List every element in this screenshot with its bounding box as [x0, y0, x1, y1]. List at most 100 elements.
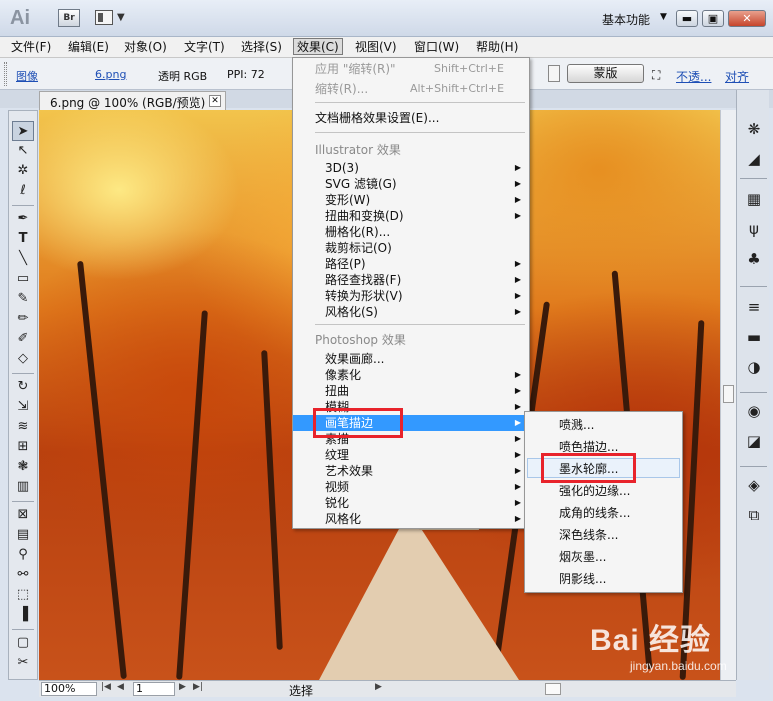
artboards-icon[interactable]: ⧉ [743, 504, 765, 526]
menu-item-artistic[interactable]: 艺术效果 ▶ [293, 463, 529, 479]
symbol-sprayer-tool-icon[interactable]: ❃ [12, 457, 34, 477]
submenu-item-dark-strokes[interactable]: 深色线条... [525, 525, 682, 545]
grip-handle[interactable] [4, 62, 7, 86]
object-type-link[interactable]: 图像 [16, 68, 38, 84]
menu-item-svg-filter[interactable]: SVG 滤镜(G) ▶ [293, 176, 529, 192]
live-paint-tool-icon[interactable]: ⬚ [12, 585, 34, 605]
menu-item-apply-last[interactable]: 应用 "缩转(R)" Shift+Ctrl+E [293, 61, 529, 77]
close-button[interactable]: ✕ [728, 10, 766, 27]
menu-item-video[interactable]: 视频 ▶ [293, 479, 529, 495]
brushes-icon[interactable]: ψ [743, 218, 765, 240]
blend-tool-icon[interactable]: ⚯ [12, 565, 34, 585]
next-page-icon[interactable]: ▶ [179, 682, 186, 692]
menu-item-pathfinder[interactable]: 路径查找器(F) ▶ [293, 272, 529, 288]
paintbrush-tool-icon[interactable]: ✎ [12, 289, 34, 309]
menu-edit[interactable]: 编辑(E) [65, 39, 112, 56]
menu-item-warp[interactable]: 变形(W) ▶ [293, 192, 529, 208]
minimize-button[interactable]: ▬ [676, 10, 698, 27]
dropdown-button[interactable] [548, 65, 560, 82]
eraser-tool-icon[interactable]: ◇ [12, 349, 34, 369]
document-tab[interactable]: 6.png @ 100% (RGB/预览) ✕ [39, 91, 226, 110]
menu-window[interactable]: 窗口(W) [411, 39, 462, 56]
stroke-icon[interactable]: ≡ [743, 296, 765, 318]
line-tool-icon[interactable]: ╲ [12, 249, 34, 269]
last-page-icon[interactable]: ▶| [193, 682, 203, 692]
menu-item-3d[interactable]: 3D(3) ▶ [293, 160, 529, 176]
layers-icon[interactable]: ◈ [743, 474, 765, 496]
menu-select[interactable]: 选择(S) [238, 39, 285, 56]
menu-item-sharpen[interactable]: 锐化 ▶ [293, 495, 529, 511]
file-name-link[interactable]: 6.png [95, 68, 126, 81]
rotate-tool-icon[interactable]: ↻ [12, 377, 34, 397]
artboard-tool-icon[interactable]: ▢ [12, 633, 34, 653]
transform-icon[interactable]: ⛶ [652, 68, 660, 83]
menu-item-distort[interactable]: 扭曲 ▶ [293, 383, 529, 399]
chevron-down-icon[interactable]: ▼ [660, 12, 667, 22]
menu-item-convert-to-shape[interactable]: 转换为形状(V) ▶ [293, 288, 529, 304]
menu-item-effect-gallery[interactable]: 效果画廊... [293, 351, 529, 367]
mesh-tool-icon[interactable]: ⊠ [12, 505, 34, 525]
transparency-icon[interactable]: ◑ [743, 356, 765, 378]
eyedropper-tool-icon[interactable]: ⚲ [12, 545, 34, 565]
workspace-switcher[interactable]: 基本功能 [602, 11, 650, 28]
mask-button[interactable]: 蒙版 [567, 64, 644, 83]
graphic-styles-icon[interactable]: ◪ [743, 430, 765, 452]
symbols-icon[interactable]: ♣ [743, 248, 765, 270]
menu-object[interactable]: 对象(O) [121, 39, 170, 56]
column-graph-tool-icon[interactable]: ▐ [12, 605, 34, 625]
menu-item-texture[interactable]: 纹理 ▶ [293, 447, 529, 463]
submenu-item-crosshatch[interactable]: 阴影线... [525, 569, 682, 589]
close-icon[interactable]: ✕ [209, 95, 221, 107]
horizontal-scroll-thumb[interactable] [545, 683, 561, 695]
menu-item-stylize-ps[interactable]: 风格化 ▶ [293, 511, 529, 527]
prev-page-icon[interactable]: ◀ [117, 682, 124, 692]
graph-tool-icon[interactable]: ▥ [12, 477, 34, 497]
pen-tool-icon[interactable]: ✒ [12, 209, 34, 229]
gradient-tool-icon[interactable]: ▤ [12, 525, 34, 545]
rectangle-tool-icon[interactable]: ▭ [12, 269, 34, 289]
submenu-item-spatter[interactable]: 喷溅... [525, 415, 682, 435]
slice-tool-icon[interactable]: ✂ [12, 653, 34, 673]
type-tool-icon[interactable]: T [12, 229, 34, 249]
color-guide-icon[interactable]: ◢ [743, 148, 765, 170]
submenu-item-sumi-e[interactable]: 烟灰墨... [525, 547, 682, 567]
vertical-scrollbar[interactable] [720, 110, 736, 680]
arrange-documents-icon[interactable] [95, 10, 113, 25]
appearance-icon[interactable]: ◉ [743, 400, 765, 422]
menu-type[interactable]: 文字(T) [181, 39, 228, 56]
zoom-select[interactable]: 100% [41, 682, 97, 696]
menu-item-stylize-ai[interactable]: 风格化(S) ▶ [293, 304, 529, 320]
menu-help[interactable]: 帮助(H) [473, 39, 521, 56]
pencil-tool-icon[interactable]: ✏ [12, 309, 34, 329]
submenu-item-accented-edges[interactable]: 强化的边缘... [525, 481, 682, 501]
gradient-icon[interactable]: ▬ [743, 326, 765, 348]
menu-item-distort-transform[interactable]: 扭曲和变换(D) ▶ [293, 208, 529, 224]
menu-item-rasterize[interactable]: 栅格化(R)... [293, 224, 529, 240]
page-select[interactable]: 1 [133, 682, 175, 696]
free-transform-tool-icon[interactable]: ⊞ [12, 437, 34, 457]
menu-item-last-effect[interactable]: 缩转(R)... Alt+Shift+Ctrl+E [293, 81, 529, 97]
menu-item-path[interactable]: 路径(P) ▶ [293, 256, 529, 272]
status-label[interactable]: 选择 [289, 682, 313, 699]
direct-selection-tool-icon[interactable]: ↖ [12, 141, 34, 161]
lasso-tool-icon[interactable]: ℓ [12, 181, 34, 201]
menu-item-pixelate[interactable]: 像素化 ▶ [293, 367, 529, 383]
bridge-button[interactable]: Br [58, 9, 80, 27]
color-palette-icon[interactable]: ❋ [743, 118, 765, 140]
align-link[interactable]: 对齐 [725, 68, 749, 85]
opacity-link[interactable]: 不透... [676, 68, 711, 85]
swatches-icon[interactable]: ▦ [743, 188, 765, 210]
scale-tool-icon[interactable]: ⇲ [12, 397, 34, 417]
magic-wand-tool-icon[interactable]: ✲ [12, 161, 34, 181]
menu-item-crop-marks[interactable]: 裁剪标记(O) [293, 240, 529, 256]
warp-tool-icon[interactable]: ≋ [12, 417, 34, 437]
submenu-item-angled-strokes[interactable]: 成角的线条... [525, 503, 682, 523]
menu-file[interactable]: 文件(F) [8, 39, 54, 56]
scroll-thumb[interactable] [723, 385, 734, 403]
menu-item-raster-settings[interactable]: 文档栅格效果设置(E)... [293, 110, 529, 126]
selection-tool-icon[interactable]: ➤ [12, 121, 34, 141]
menu-effect[interactable]: 效果(C) [293, 38, 343, 55]
blob-brush-tool-icon[interactable]: ✐ [12, 329, 34, 349]
status-menu-icon[interactable]: ▶ [375, 682, 382, 692]
first-page-icon[interactable]: |◀ [101, 682, 111, 692]
